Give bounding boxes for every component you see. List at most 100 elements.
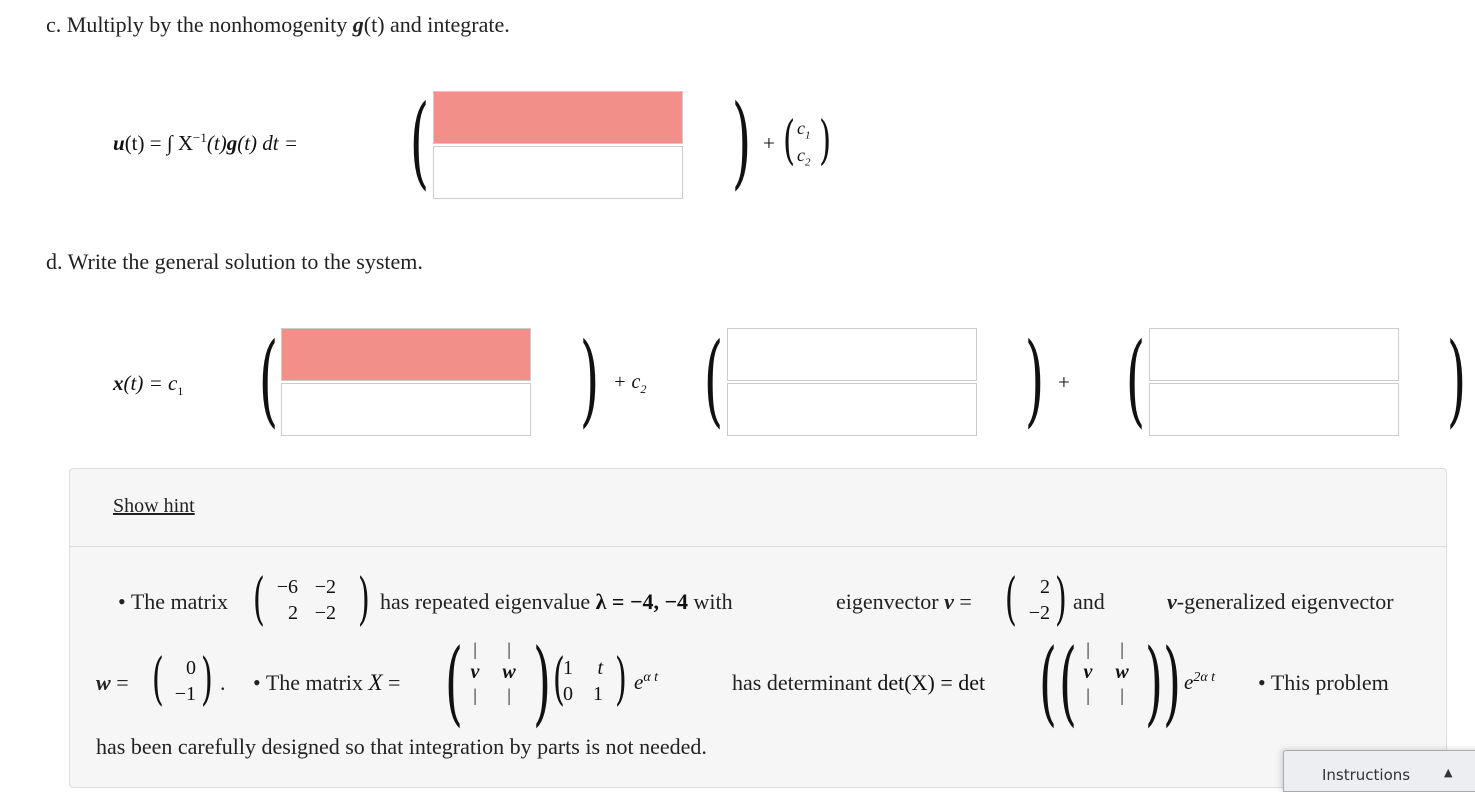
v-col: v [470, 661, 480, 683]
part-c-heading: c. Multiply by the nonhomogenity g(t) an… [46, 12, 510, 38]
matrix-a-12: −2 [314, 576, 336, 598]
e-base-2: e [1184, 670, 1194, 694]
bar: | [507, 685, 511, 705]
lambda-value: λ = −4, −4 [595, 589, 689, 614]
chevron-up-icon: ▲ [1444, 766, 1453, 779]
part-d-heading: d. Write the general solution to the sys… [46, 249, 423, 274]
repeated-eigenvalue-text: has repeated eigenvalue [380, 589, 591, 614]
vec2-right-paren: ) [1024, 321, 1045, 438]
bar: | [473, 639, 477, 659]
matrix-a-left-paren: ( [252, 567, 265, 632]
v-col-det: v [1083, 661, 1093, 683]
bar: | [507, 639, 511, 659]
eigenvector-text: eigenvector [836, 589, 939, 614]
c1-sub-d: 1 [177, 384, 184, 399]
matrix-a-right-paren: ) [357, 567, 370, 632]
hint-line-2-a: • The matrix X = [253, 670, 400, 696]
vec2-entry-1-input[interactable] [727, 328, 977, 381]
right-paren: ) [731, 83, 752, 200]
tri-22: 1 [593, 683, 603, 705]
vec2-entry-2-input[interactable] [727, 383, 977, 436]
c2-sub-d: 2 [640, 382, 647, 396]
bar: | [1120, 639, 1124, 659]
w-col-det: w [1115, 661, 1129, 683]
v-entry-2: −2 [1028, 602, 1050, 624]
w-vector: 0 −1 [168, 655, 196, 707]
g-symbol: g [352, 12, 364, 37]
matrix-a-21: 2 [288, 602, 298, 624]
v-entry-1: 2 [1040, 576, 1050, 598]
exp2-sup: 2α t [1193, 670, 1216, 685]
hint-line-1-a: • The matrix [118, 589, 228, 615]
bar: | [1086, 639, 1090, 659]
g-symbol-eq: g [226, 131, 238, 155]
matrix-a: −6 −2 2 −2 [272, 574, 336, 626]
t-arg: (t) [363, 12, 385, 37]
vec1-right-paren: ) [579, 321, 600, 438]
c-vector-right-paren: ) [819, 111, 832, 171]
X-symbol: X [368, 670, 383, 695]
vw-matrix: | | vw | | [461, 638, 529, 707]
w-right-paren: ) [200, 647, 213, 712]
exp-alpha-t: eα t [634, 670, 658, 695]
v-right-paren: ) [1054, 567, 1067, 632]
w-symbol: w [96, 670, 111, 695]
c1-symbol: c [797, 118, 805, 138]
bar: | [1086, 685, 1090, 705]
tri-21: 0 [563, 683, 573, 705]
part-c-label-suffix: and integrate. [390, 12, 510, 37]
bar: | [1120, 685, 1124, 705]
x-symbol: x [113, 371, 124, 395]
vec3-entry-1-input[interactable] [1149, 328, 1399, 381]
w-left-paren: ( [151, 647, 164, 712]
generalized-eigenvector-text: -generalized eigenvector [1176, 589, 1394, 614]
vec1-left-paren: ( [258, 321, 279, 438]
u-lhs-dt: (t) dt = [237, 131, 299, 155]
vec3-right-paren: ) [1446, 321, 1467, 438]
generalized-eigenvector-label: v-generalized eigenvector [1167, 589, 1394, 615]
e-base: e [634, 670, 644, 694]
the-matrix-x-text: The matrix [265, 670, 363, 695]
x-t-arg: (t) [123, 371, 144, 395]
w-entry-1: 0 [186, 657, 196, 679]
vec3-left-paren: ( [1125, 321, 1146, 438]
c-vector-left-paren: ( [783, 111, 796, 171]
c1-sub: 1 [805, 129, 811, 142]
bar: | [473, 685, 477, 705]
plus-sign-d: + [1058, 370, 1070, 394]
inverse-superscript: −1 [193, 130, 207, 145]
c2-symbol: c [797, 145, 805, 165]
x-equation-lhs: x(t) = c1 [113, 371, 183, 399]
show-hint-link[interactable]: Show hint [113, 495, 195, 518]
hint-line-4: has been carefully designed so that inte… [96, 734, 707, 759]
bullet-3: • [1258, 670, 1266, 695]
plus-c2: + c2 [613, 371, 646, 397]
this-problem-text: This problem [1270, 670, 1389, 695]
exp-sup: α t [643, 670, 659, 685]
matrix-a-11: −6 [276, 576, 298, 598]
u-answer-1-input[interactable] [433, 91, 683, 144]
tri-right-paren: ) [614, 647, 627, 712]
matrix-a-22: −2 [314, 602, 336, 624]
period: . [220, 670, 226, 695]
vec1-entry-1-input[interactable] [281, 328, 531, 381]
eq-sign: = [959, 589, 972, 614]
bullet-2: • [253, 670, 261, 695]
hint-line-3: • This problem [1258, 670, 1389, 696]
eq-sign-x: = [388, 670, 401, 695]
u-lhs-integral: (t) = ∫ X [124, 131, 194, 155]
c2-sub: 2 [805, 156, 811, 169]
det-inner-right-paren: ) [1144, 629, 1163, 736]
u-answer-2-input[interactable] [433, 146, 683, 199]
vec3-entry-2-input[interactable] [1149, 383, 1399, 436]
part-c-label: c. Multiply by the nonhomogenity [46, 12, 348, 37]
vec1-entry-2-input[interactable] [281, 383, 531, 436]
instructions-tab[interactable]: Instructions ▲ [1283, 750, 1475, 792]
u-lhs-t: (t) [206, 131, 227, 155]
tri-11: 1 [563, 657, 573, 679]
hint-line-1-b: has repeated eigenvalue λ = −4, −4 with [380, 589, 733, 615]
det-vw-matrix: | | vw | | [1074, 638, 1142, 707]
u-equation-lhs: u(t) = ∫ X−1(t)g(t) dt = [113, 130, 298, 156]
tri-matrix: 1t 01 [563, 655, 603, 707]
c1-entry: c1 [797, 118, 811, 142]
